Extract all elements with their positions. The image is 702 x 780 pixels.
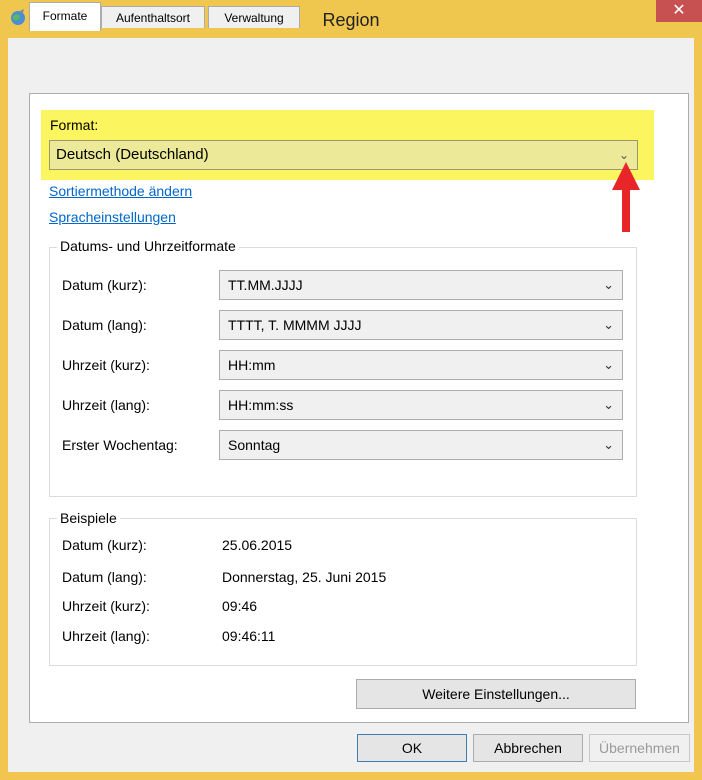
time-long-select[interactable]: HH:mm:ss ⌄ [219, 390, 623, 420]
first-weekday-label: Erster Wochentag: [62, 437, 178, 453]
sort-method-link[interactable]: Sortiermethode ändern [49, 183, 192, 199]
first-weekday-select[interactable]: Sonntag ⌄ [219, 430, 623, 460]
cancel-button[interactable]: Abbrechen [473, 734, 583, 762]
datetime-group-title: Datums- und Uhrzeitformate [57, 238, 239, 254]
red-arrow-annotation [612, 162, 640, 232]
language-settings-link[interactable]: Spracheinstellungen [49, 209, 176, 225]
time-short-select[interactable]: HH:mm ⌄ [219, 350, 623, 380]
chevron-down-icon: ⌄ [603, 277, 614, 292]
date-long-label: Datum (lang): [62, 317, 147, 333]
region-window: Region ✕ Formate Aufenthaltsort Verwaltu… [0, 0, 702, 780]
format-value: Deutsch (Deutschland) [56, 146, 209, 163]
close-icon: ✕ [672, 2, 686, 19]
tab-label: Verwaltung [224, 11, 284, 25]
date-long-value: TTTT, T. MMMM JJJJ [228, 317, 362, 333]
example-time-short-value: 09:46 [222, 598, 258, 614]
tab-label: Aufenthaltsort [115, 11, 191, 25]
date-short-value: TT.MM.JJJJ [228, 277, 303, 293]
first-weekday-value: Sonntag [228, 437, 281, 453]
tab-verwaltung[interactable]: Verwaltung [208, 6, 300, 28]
format-label: Format: [50, 117, 99, 133]
close-button[interactable]: ✕ [656, 0, 702, 22]
date-short-label: Datum (kurz): [62, 277, 147, 293]
examples-group-title: Beispiele [57, 510, 120, 526]
time-short-value: HH:mm [228, 357, 276, 373]
more-settings-button[interactable]: Weitere Einstellungen... [356, 679, 636, 709]
example-date-short-value: 25.06.2015 [222, 537, 293, 553]
chevron-down-icon: ⌄ [603, 357, 614, 372]
tab-formate[interactable]: Formate [29, 2, 101, 31]
example-date-short-label: Datum (kurz): [62, 537, 147, 553]
example-time-long-label: Uhrzeit (lang): [62, 628, 150, 644]
chevron-down-icon: ⌄ [603, 317, 614, 332]
ok-button[interactable]: OK [357, 734, 467, 762]
chevron-down-icon: ⌄ [603, 437, 614, 452]
tab-label: Formate [42, 9, 88, 23]
time-long-label: Uhrzeit (lang): [62, 397, 150, 413]
time-long-value: HH:mm:ss [228, 397, 294, 413]
apply-button[interactable]: Übernehmen [589, 734, 690, 762]
tab-aufenthaltsort[interactable]: Aufenthaltsort [101, 6, 205, 28]
example-date-long-value: Donnerstag, 25. Juni 2015 [222, 569, 387, 585]
example-time-short-label: Uhrzeit (kurz): [62, 598, 150, 614]
date-long-select[interactable]: TTTT, T. MMMM JJJJ ⌄ [219, 310, 623, 340]
time-short-label: Uhrzeit (kurz): [62, 357, 150, 373]
date-short-select[interactable]: TT.MM.JJJJ ⌄ [219, 270, 623, 300]
format-dropdown[interactable]: Deutsch (Deutschland) ⌄ [49, 140, 638, 170]
example-time-long-value: 09:46:11 [222, 628, 276, 644]
example-date-long-label: Datum (lang): [62, 569, 147, 585]
chevron-down-icon: ⌄ [603, 397, 614, 412]
